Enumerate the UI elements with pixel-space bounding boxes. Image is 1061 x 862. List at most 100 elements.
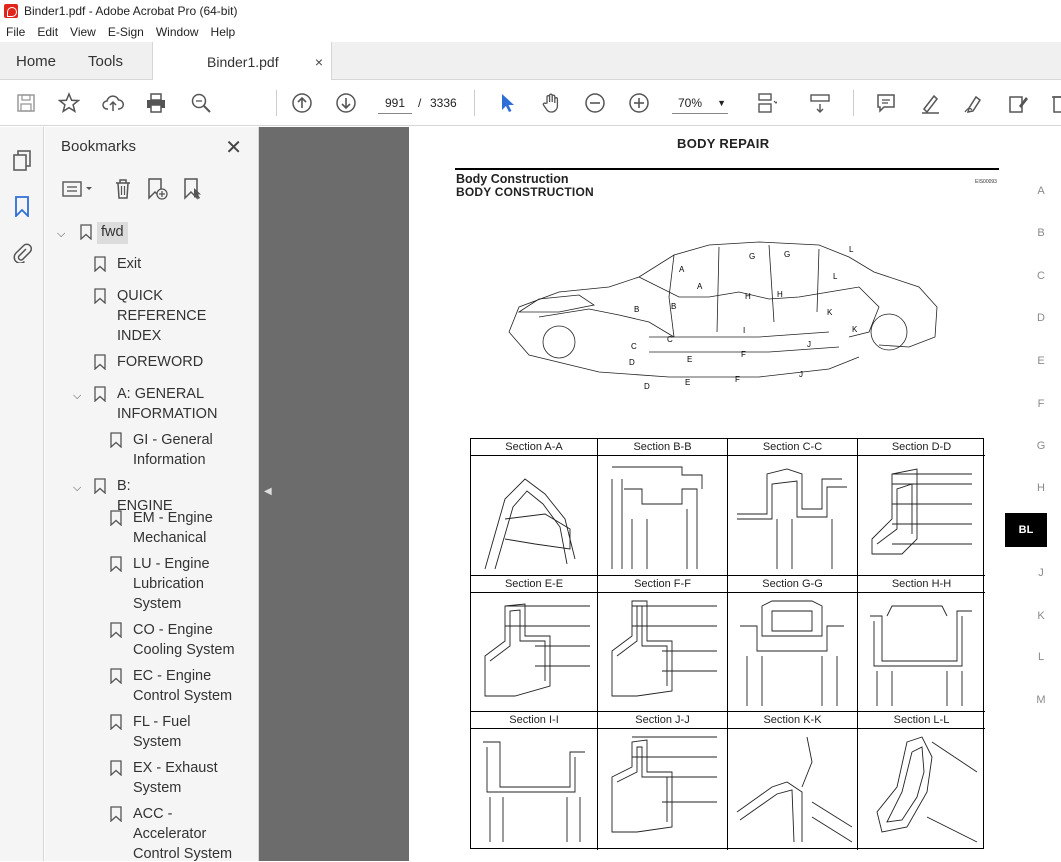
select-cursor-icon[interactable] xyxy=(495,91,519,115)
section-drawing xyxy=(740,600,844,706)
attachment-icon[interactable] xyxy=(11,241,33,264)
toolbar-separator xyxy=(276,90,277,116)
tab-tools[interactable]: Tools xyxy=(88,42,123,80)
diagram-label-b: B xyxy=(634,305,639,314)
bookmarks-panel: Bookmarks ✕ ⌵ fwd Exit QUICK REFERENCE I… xyxy=(45,127,296,862)
header-rule xyxy=(455,168,999,170)
chevron-down-icon[interactable]: ⌵ xyxy=(73,386,81,406)
menu-file[interactable]: File xyxy=(0,25,31,39)
bookmark-label: GI - General Information xyxy=(133,432,213,468)
tab-home[interactable]: Home xyxy=(16,42,56,80)
zoom-search-icon[interactable] xyxy=(189,91,213,115)
diagram-label-a: A xyxy=(679,265,685,274)
index-tab-k[interactable]: K xyxy=(1021,610,1061,622)
index-tab-m[interactable]: M xyxy=(1021,694,1061,706)
title-bar: Binder1.pdf - Adobe Acrobat Pro (64-bit) xyxy=(0,0,1061,22)
diagram-label-g: G xyxy=(784,250,790,259)
sign-pen-icon[interactable] xyxy=(962,91,986,115)
previous-page-icon[interactable] xyxy=(290,91,314,115)
index-tab-a[interactable]: A xyxy=(1021,185,1061,197)
diagram-label-c: C xyxy=(667,335,673,344)
chevron-down-icon[interactable]: ⌵ xyxy=(57,224,65,244)
menu-view[interactable]: View xyxy=(64,25,102,39)
bookmark-item-fwd[interactable]: ⌵ fwd xyxy=(45,222,241,244)
page-display-icon[interactable] xyxy=(754,91,778,115)
index-tab-f[interactable]: F xyxy=(1021,398,1061,410)
section-title: Section L-L xyxy=(858,712,985,729)
menu-edit[interactable]: Edit xyxy=(31,25,64,39)
print-icon[interactable] xyxy=(144,91,168,115)
diagram-label-e: E xyxy=(687,355,692,364)
page-total: 3336 xyxy=(430,96,457,110)
section-drawing xyxy=(611,736,717,833)
chevron-down-icon[interactable]: ⌵ xyxy=(73,478,81,498)
scroll-mode-icon[interactable] xyxy=(808,91,832,115)
bookmark-label: LU - Engine Lubrication System xyxy=(133,556,210,612)
bookmark-icon xyxy=(110,668,122,684)
section-cell: Section A-A xyxy=(471,439,598,576)
bookmark-icon xyxy=(110,556,122,572)
bookmark-icon xyxy=(110,806,122,822)
menu-window[interactable]: Window xyxy=(150,25,205,39)
new-bookmark-icon[interactable] xyxy=(145,177,169,201)
section-drawing xyxy=(484,478,576,570)
collapse-panel-icon[interactable]: ◀ xyxy=(264,486,274,500)
zoom-in-icon[interactable] xyxy=(627,91,651,115)
bookmark-icon xyxy=(110,510,122,526)
hand-tool-icon[interactable] xyxy=(539,91,563,115)
section-drawing xyxy=(484,603,590,697)
bookmarks-tree: ⌵ fwd Exit QUICK REFERENCE INDEX FOREWOR… xyxy=(45,222,241,862)
section-title: Section A-A xyxy=(471,439,597,456)
index-tab-h[interactable]: H xyxy=(1021,482,1061,494)
diagram-label-e: E xyxy=(685,378,690,387)
close-icon[interactable]: ✕ xyxy=(225,135,242,160)
diagram-label-a: A xyxy=(697,282,703,291)
menu-help[interactable]: Help xyxy=(205,25,242,39)
delete-page-icon[interactable] xyxy=(1048,91,1061,115)
index-tab-d[interactable]: D xyxy=(1021,312,1061,324)
diagram-label-d: D xyxy=(644,382,650,391)
bookmark-icon xyxy=(110,432,122,448)
bookmark-icon xyxy=(94,478,106,494)
tab-close-icon[interactable]: × xyxy=(315,54,323,70)
index-tab-g[interactable]: G xyxy=(1021,440,1061,452)
bookmark-label: A: GENERAL INFORMATION xyxy=(117,386,218,422)
section-index-tabs: A B C D E F G H BL J K L M xyxy=(1005,127,1061,861)
trash-icon[interactable] xyxy=(111,177,135,201)
index-tab-c[interactable]: C xyxy=(1021,270,1061,282)
edit-pdf-icon[interactable] xyxy=(1006,91,1030,115)
comment-icon[interactable] xyxy=(874,91,898,115)
diagram-label-f: F xyxy=(741,350,746,359)
zoom-level-select[interactable]: 70% ▼ xyxy=(672,92,728,114)
tab-document-label: Binder1.pdf xyxy=(207,53,279,70)
bookmark-options-icon[interactable] xyxy=(61,177,95,201)
index-tab-j[interactable]: J xyxy=(1021,567,1061,579)
index-tab-bl[interactable]: BL xyxy=(1005,513,1047,547)
section-drawing xyxy=(876,736,978,843)
next-page-icon[interactable] xyxy=(334,91,358,115)
bookmark-label: ACC - Accelerator Control System xyxy=(133,806,233,862)
tab-document[interactable]: Binder1.pdf × xyxy=(152,42,332,81)
save-icon[interactable] xyxy=(14,91,38,115)
bookmark-icon xyxy=(94,256,106,272)
section-drawing xyxy=(871,468,972,555)
car-body-diagram: A A B B C C D D E E F F G G H H I J J K … xyxy=(508,241,938,391)
star-icon[interactable] xyxy=(57,91,81,115)
pdf-page: BODY REPAIR Body Construction BODY CONST… xyxy=(409,127,1061,861)
diagram-label-d: D xyxy=(629,358,635,367)
menu-esign[interactable]: E-Sign xyxy=(102,25,150,39)
section-drawing xyxy=(611,466,703,569)
zoom-out-icon[interactable] xyxy=(583,91,607,115)
page-thumbnails-icon[interactable] xyxy=(11,149,33,171)
find-bookmark-icon[interactable] xyxy=(181,177,205,201)
index-tab-l[interactable]: L xyxy=(1021,651,1061,663)
highlight-pen-icon[interactable] xyxy=(918,91,942,115)
section-title: Section H-H xyxy=(858,576,985,593)
page-number-input[interactable]: 991 xyxy=(378,92,412,114)
section-title: Section J-J xyxy=(598,712,727,729)
bookmark-icon[interactable] xyxy=(11,195,33,219)
index-tab-e[interactable]: E xyxy=(1021,355,1061,367)
section-cell: Section G-G xyxy=(728,576,858,712)
index-tab-b[interactable]: B xyxy=(1021,227,1061,239)
upload-cloud-icon[interactable] xyxy=(101,91,125,115)
